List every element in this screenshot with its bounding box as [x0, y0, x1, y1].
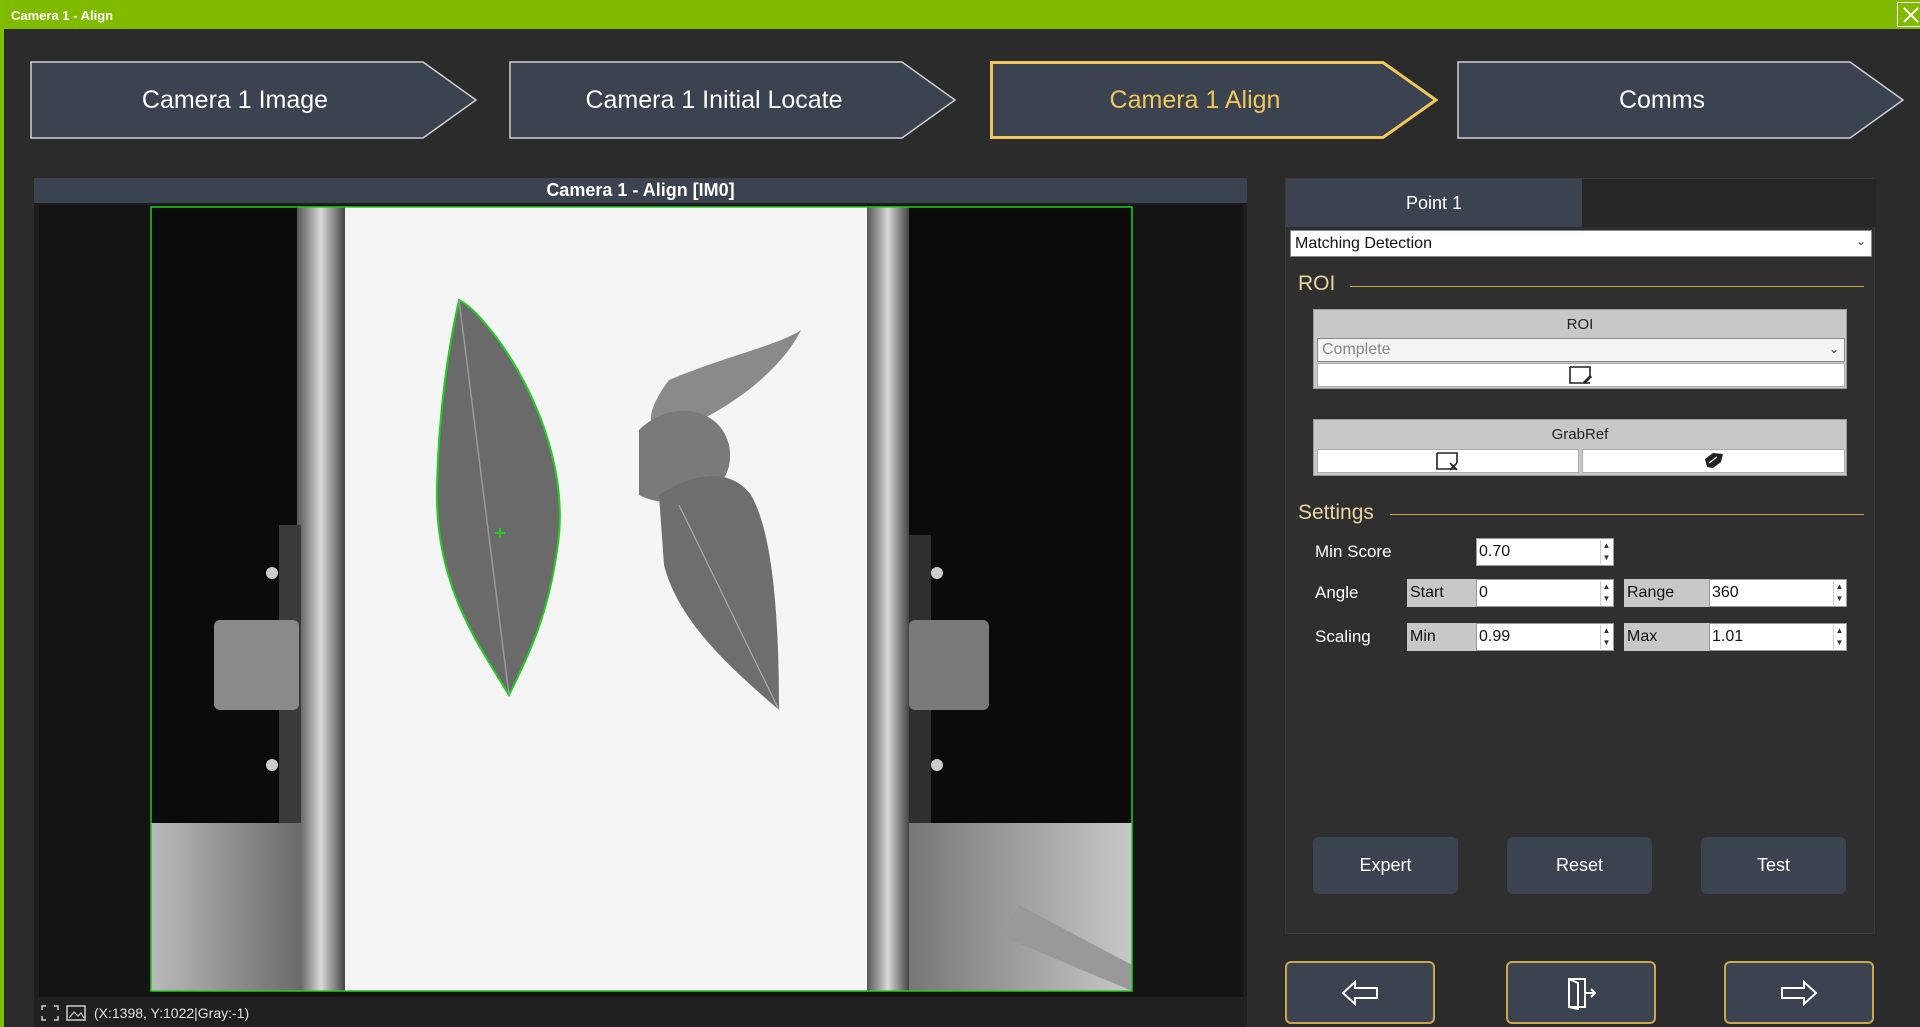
method-select[interactable]: Matching Detection ⌄ — [1290, 230, 1872, 257]
roi-edit-icon — [1569, 366, 1592, 384]
roi-group-title: ROI — [1566, 316, 1594, 333]
image-viewer: Camera 1 - Align [IM0] (X:1398, Y:1022|G… — [34, 178, 1247, 1027]
camera-image[interactable] — [39, 205, 1243, 998]
scaling-min-label: Min — [1407, 623, 1477, 651]
eraser-icon — [1704, 453, 1723, 468]
exit-door-icon — [1568, 977, 1597, 1010]
cursor-readout: (X:1398, Y:1022|Gray:-1) — [94, 1005, 250, 1021]
next-button[interactable] — [1724, 961, 1874, 1024]
settings-panel: Point 1 Matching Detection ⌄ ROI ROI Com… — [1285, 178, 1876, 934]
roi-mode-value: Complete — [1322, 341, 1391, 358]
spinner-arrows-icon[interactable]: ▲ ▼ — [1833, 581, 1845, 605]
scaling-max-label: Max — [1624, 623, 1709, 651]
method-value: Matching Detection — [1295, 235, 1432, 252]
step-label: Camera 1 Image — [141, 86, 329, 114]
angle-range-input[interactable]: 360 ▲ ▼ — [1709, 579, 1847, 607]
scaling-label: Scaling — [1315, 627, 1371, 646]
tab-point-1[interactable]: Point 1 — [1286, 179, 1582, 227]
min-score-label: Min Score — [1315, 542, 1392, 561]
scaling-max-input[interactable]: 1.01 ▲ ▼ — [1709, 623, 1847, 651]
grabref-group-title: GrabRef — [1551, 426, 1609, 443]
arrow-right-icon — [1781, 979, 1818, 1006]
chevron-down-icon: ⌄ — [1855, 234, 1866, 248]
window-title: Camera 1 - Align — [11, 8, 114, 23]
roi-edit-button[interactable] — [1317, 363, 1845, 387]
grabref-clear-button[interactable] — [1582, 449, 1845, 473]
step-camera-1-initial-locate[interactable]: Camera 1 Initial Locate — [509, 61, 957, 139]
title-bar: Camera 1 - Align — [4, 0, 1920, 29]
previous-button[interactable] — [1285, 961, 1435, 1024]
test-button[interactable]: Test — [1701, 837, 1846, 894]
image-icon[interactable] — [66, 1004, 86, 1025]
roi-section-title: ROI — [1298, 272, 1336, 295]
angle-range-label: Range — [1624, 579, 1709, 607]
spinner-arrows-icon[interactable]: ▲ ▼ — [1600, 625, 1612, 649]
min-score-input[interactable]: 0.70 ▲ ▼ — [1476, 538, 1614, 566]
roi-mode-select[interactable]: Complete ⌄ — [1317, 338, 1845, 362]
spinner-arrows-icon[interactable]: ▲ ▼ — [1833, 625, 1845, 649]
step-label: Comms — [1618, 86, 1706, 114]
exit-button[interactable] — [1506, 961, 1656, 1024]
grabref-group: GrabRef — [1313, 419, 1847, 476]
chevron-down-icon: ⌄ — [1828, 342, 1839, 356]
step-label: Camera 1 Align — [1109, 86, 1281, 114]
viewer-title: Camera 1 - Align [IM0] — [34, 178, 1247, 203]
status-bar: (X:1398, Y:1022|Gray:-1) — [34, 997, 1247, 1027]
application-window: Camera 1 - Align Camera 1 Image Camera 1… — [0, 0, 1920, 1027]
tab-strip-empty — [1582, 179, 1876, 227]
step-comms[interactable]: Comms — [1457, 61, 1905, 139]
camera-scene — [150, 206, 1133, 992]
step-label: Camera 1 Initial Locate — [585, 86, 843, 114]
capture-icon — [1436, 452, 1458, 471]
angle-start-label: Start — [1407, 579, 1477, 607]
arrow-left-icon — [1341, 979, 1378, 1006]
close-icon — [1903, 7, 1919, 23]
roi-section-divider — [1350, 286, 1864, 287]
close-button[interactable] — [1897, 2, 1920, 27]
grabref-capture-button[interactable] — [1317, 449, 1579, 473]
scaling-min-input[interactable]: 0.99 ▲ ▼ — [1476, 623, 1614, 651]
spinner-arrows-icon[interactable]: ▲ ▼ — [1600, 540, 1612, 564]
settings-section-divider — [1390, 514, 1864, 515]
roi-group: ROI Complete ⌄ — [1313, 309, 1847, 389]
angle-start-input[interactable]: 0 ▲ ▼ — [1476, 579, 1614, 607]
angle-label: Angle — [1315, 583, 1359, 602]
spinner-arrows-icon[interactable]: ▲ ▼ — [1600, 581, 1612, 605]
fit-screen-icon[interactable] — [40, 1004, 60, 1025]
expert-button[interactable]: Expert — [1313, 837, 1458, 894]
step-camera-1-align[interactable]: Camera 1 Align — [990, 61, 1438, 139]
step-camera-1-image[interactable]: Camera 1 Image — [30, 61, 478, 139]
settings-section-title: Settings — [1298, 501, 1374, 524]
reset-button[interactable]: Reset — [1507, 837, 1652, 894]
